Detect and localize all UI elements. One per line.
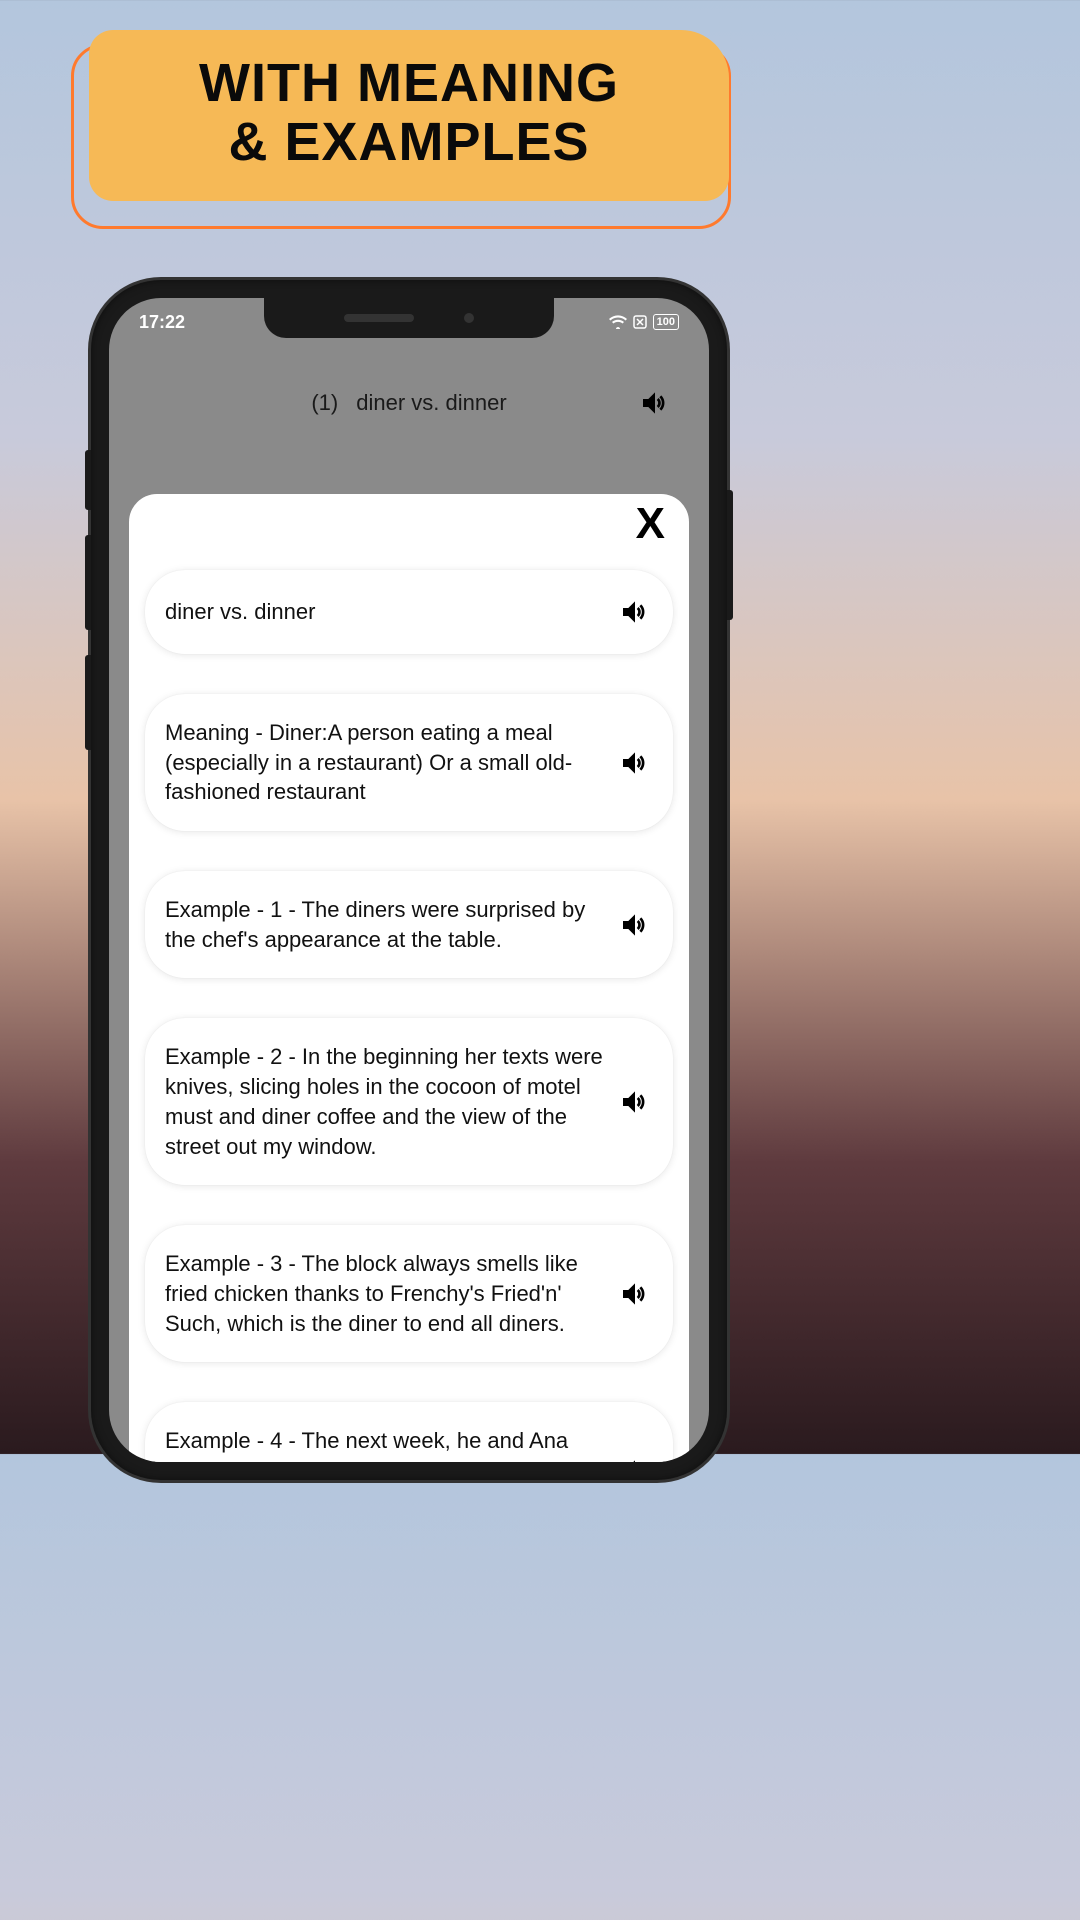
notch-speaker [344,314,414,322]
card-meaning: Meaning - Diner:A person eating a meal (… [145,694,673,831]
speaker-icon[interactable] [617,907,653,943]
card-example-3: Example - 3 - The block always smells li… [145,1225,673,1362]
phone-mute-switch [85,450,91,510]
speaker-icon[interactable] [637,385,673,421]
card-example-1: Example - 1 - The diners were surprised … [145,871,673,978]
card-text: Example - 2 - In the beginning her texts… [165,1042,607,1161]
card-text: Example - 4 - The next week, he and Ana … [165,1426,607,1462]
phone-notch [264,298,554,338]
speaker-icon[interactable] [617,1453,653,1462]
banner-line-1: WITH MEANING [199,53,619,113]
background-header: (1) diner vs. dinner [109,390,709,416]
wifi-icon [609,315,627,329]
card-text: Meaning - Diner:A person eating a meal (… [165,718,607,807]
status-time: 17:22 [139,312,185,333]
close-button[interactable]: X [636,502,665,546]
phone-volume-up [85,535,91,630]
banner-title: WITH MEANING & EXAMPLES [129,54,689,173]
bg-header-index: (1) [311,390,338,416]
card-text: Example - 3 - The block always smells li… [165,1249,607,1338]
status-right: 100 [609,314,679,330]
speaker-icon[interactable] [617,594,653,630]
notch-camera [464,313,474,323]
card-title: diner vs. dinner [145,570,673,654]
card-list[interactable]: diner vs. dinner Meaning - Diner:A perso… [139,570,679,1462]
promo-banner: WITH MEANING & EXAMPLES [89,30,729,201]
speaker-icon[interactable] [617,1276,653,1312]
speaker-icon[interactable] [617,745,653,781]
banner-line-2: & EXAMPLES [228,112,589,172]
close-small-icon [633,315,647,329]
bg-header-title: diner vs. dinner [356,390,506,416]
banner-fill: WITH MEANING & EXAMPLES [89,30,729,201]
card-text: Example - 1 - The diners were surprised … [165,895,607,954]
speaker-icon[interactable] [617,1084,653,1120]
phone-volume-down [85,655,91,750]
card-text: diner vs. dinner [165,597,607,627]
battery-indicator: 100 [653,314,679,330]
phone-frame: 17:22 100 (1) diner vs. dinner X [91,280,727,1480]
detail-modal: X diner vs. dinner Meaning - Diner:A per… [129,494,689,1462]
card-example-4: Example - 4 - The next week, he and Ana … [145,1402,673,1462]
phone-screen: 17:22 100 (1) diner vs. dinner X [109,298,709,1462]
card-example-2: Example - 2 - In the beginning her texts… [145,1018,673,1185]
phone-power-button [727,490,733,620]
